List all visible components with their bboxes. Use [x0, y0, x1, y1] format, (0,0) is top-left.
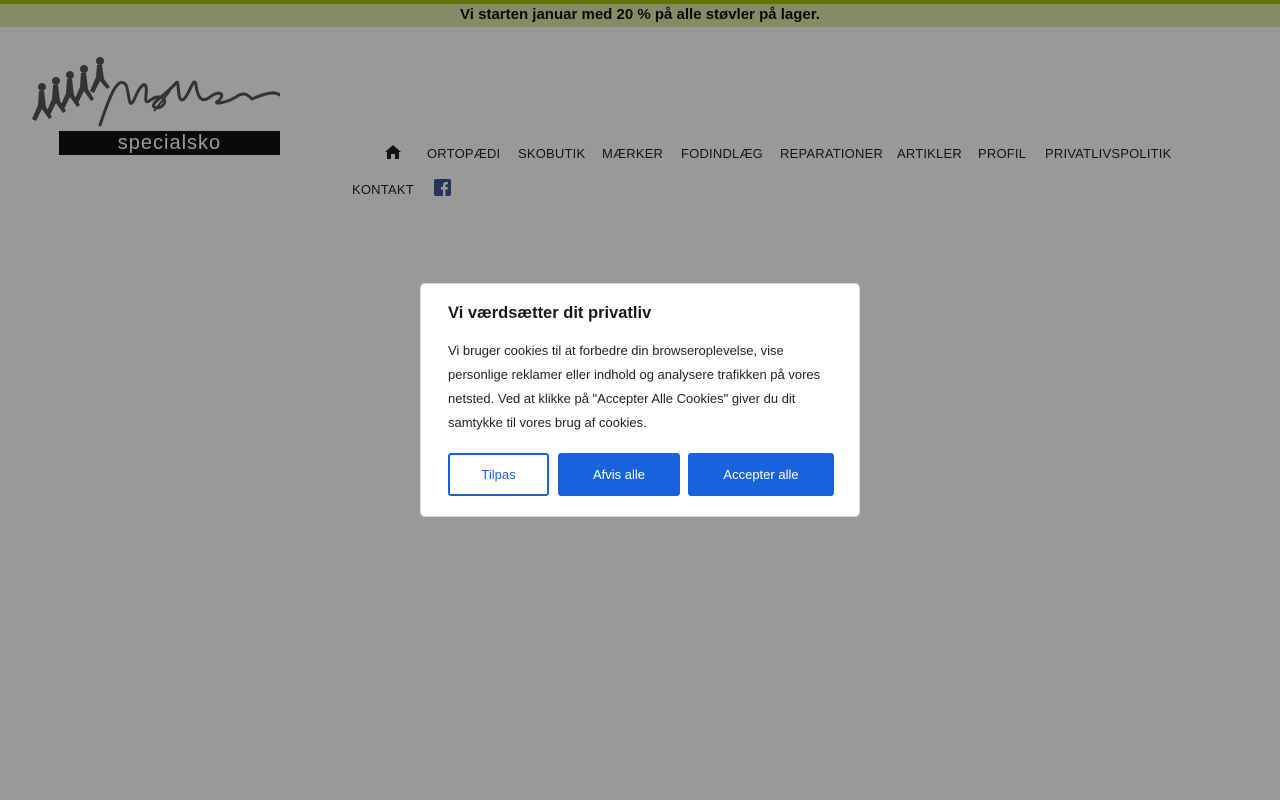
cookie-consent-dialog: Vi værdsætter dit privatliv Vi bruger co… [420, 283, 860, 517]
reject-all-button[interactable]: Afvis alle [558, 453, 680, 496]
cookie-dialog-text: Vi bruger cookies til at forbedre din br… [448, 343, 821, 430]
cookie-dialog-title: Vi værdsætter dit privatliv [448, 304, 652, 322]
customize-button[interactable]: Tilpas [448, 453, 549, 496]
accept-all-button[interactable]: Accepter alle [688, 453, 834, 496]
page: Vi starten januar med 20 % på alle støvl… [0, 0, 1280, 800]
